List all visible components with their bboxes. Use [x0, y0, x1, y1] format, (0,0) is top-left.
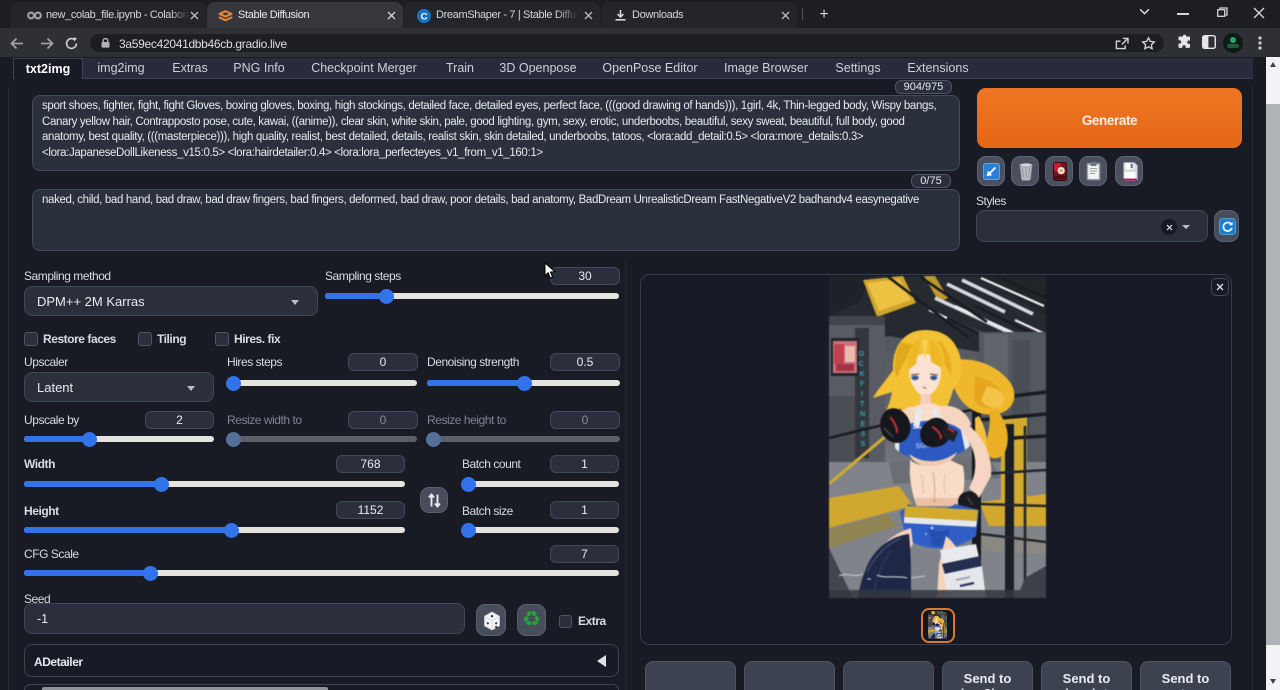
- svg-text:C: C: [421, 11, 428, 22]
